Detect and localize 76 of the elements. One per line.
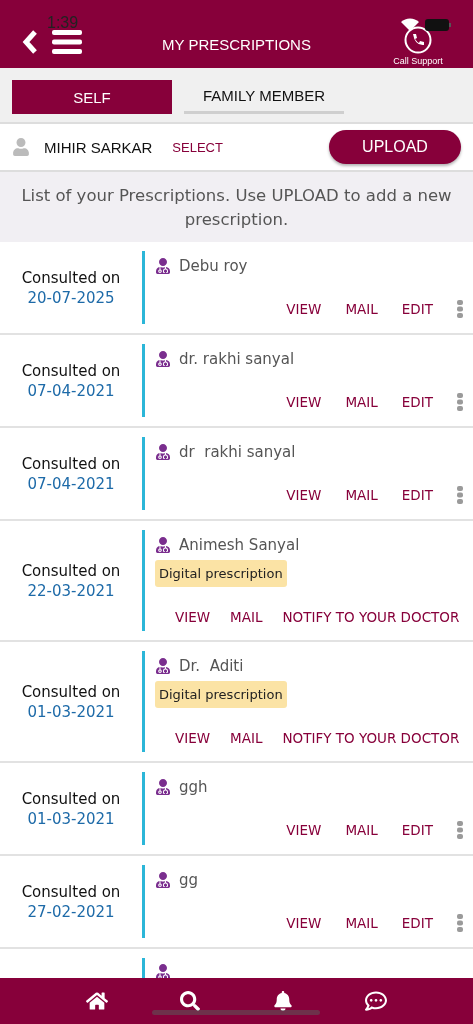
bell-icon[interactable] <box>272 991 293 1011</box>
action-link[interactable]: VIEW <box>175 730 211 746</box>
doctor-icon <box>155 779 171 795</box>
consulted-label: Consulted on <box>21 454 121 473</box>
action-link[interactable]: EDIT <box>401 394 433 410</box>
more-icon[interactable] <box>457 300 463 318</box>
consult-date: 07-04-2021 <box>27 381 115 400</box>
more-icon[interactable] <box>457 914 463 932</box>
consult-date: 01-03-2021 <box>27 809 115 828</box>
doctor-icon <box>155 658 171 674</box>
user-icon <box>12 138 30 156</box>
tab[interactable]: FAMILY MEMBER <box>184 80 344 114</box>
status-time: 1:39 <box>47 14 79 32</box>
consult-date: 01-03-2021 <box>27 702 115 721</box>
consulted-label: Consulted on <box>21 268 121 287</box>
consulted-label: Consulted on <box>21 882 121 901</box>
patient-name: MIHIR SARKAR <box>44 138 153 156</box>
doctor-icon <box>155 537 171 553</box>
doctor-name: gg <box>179 871 199 889</box>
doctor-name: Dr. Aditi <box>179 657 244 675</box>
action-link[interactable]: EDIT <box>401 915 433 931</box>
doctor-name: Animesh Sanyal <box>179 536 300 554</box>
action-link[interactable]: NOTIFY TO YOUR DOCTOR <box>282 609 460 625</box>
action-link[interactable]: VIEW <box>286 301 322 317</box>
select-link[interactable]: SELECT <box>172 139 223 155</box>
more-icon[interactable] <box>457 821 463 839</box>
consulted-label: Consulted on <box>21 682 121 701</box>
doctor-icon <box>155 258 171 274</box>
action-link[interactable]: NOTIFY TO YOUR DOCTOR <box>282 730 460 746</box>
wifi-icon <box>401 18 419 31</box>
chat-icon[interactable] <box>364 990 387 1012</box>
action-link[interactable]: MAIL <box>345 822 378 838</box>
action-link[interactable]: MAIL <box>345 301 378 317</box>
action-link[interactable]: VIEW <box>175 609 211 625</box>
action-link[interactable]: MAIL <box>345 487 378 503</box>
call-support-label[interactable]: Call Support <box>393 56 443 66</box>
action-link[interactable]: VIEW <box>286 915 322 931</box>
more-icon[interactable] <box>457 393 463 411</box>
upload-button[interactable]: UPLOAD <box>329 130 461 164</box>
page-title: MY PRESCRIPTIONS <box>161 34 312 53</box>
doctor-name: dr rakhi sanyal <box>179 443 296 461</box>
doctor-name: dr. rakhi sanyal <box>179 350 295 368</box>
phone-icon[interactable] <box>404 26 432 54</box>
consult-date: 22-03-2021 <box>27 581 115 600</box>
action-link[interactable]: EDIT <box>401 301 433 317</box>
doctor-icon <box>155 444 171 460</box>
digital-badge: Digital prescription <box>155 681 287 708</box>
menu-icon[interactable] <box>52 30 82 54</box>
consult-date: 27-02-2021 <box>27 902 115 921</box>
consulted-label: Consulted on <box>21 561 121 580</box>
doctor-icon <box>155 872 171 888</box>
battery-icon <box>425 18 451 31</box>
action-link[interactable]: MAIL <box>345 394 378 410</box>
doctor-icon <box>155 964 171 978</box>
action-link[interactable]: MAIL <box>345 915 378 931</box>
doctor-icon <box>155 351 171 367</box>
info-text: List of your Prescriptions. Use UPLOAD to add a new prescription. <box>0 172 473 242</box>
home-icon[interactable] <box>86 990 109 1012</box>
action-link[interactable]: EDIT <box>401 822 433 838</box>
action-link[interactable]: EDIT <box>401 487 433 503</box>
doctor-name: ggh <box>179 778 208 796</box>
tab[interactable]: SELF <box>12 80 172 114</box>
consulted-label: Consulted on <box>21 361 121 380</box>
action-link[interactable]: MAIL <box>230 609 263 625</box>
action-link[interactable]: VIEW <box>286 394 322 410</box>
consult-date: 07-04-2021 <box>27 474 115 493</box>
doctor-name: Debu roy <box>179 257 248 275</box>
action-link[interactable]: VIEW <box>286 822 322 838</box>
more-icon[interactable] <box>457 486 463 504</box>
back-icon[interactable] <box>22 29 38 55</box>
action-link[interactable]: MAIL <box>230 730 263 746</box>
search-icon[interactable] <box>180 991 201 1011</box>
consult-date: 20-07-2025 <box>27 288 115 307</box>
digital-badge: Digital prescription <box>155 560 287 587</box>
action-link[interactable]: VIEW <box>286 487 322 503</box>
consulted-label: Consulted on <box>21 789 121 808</box>
